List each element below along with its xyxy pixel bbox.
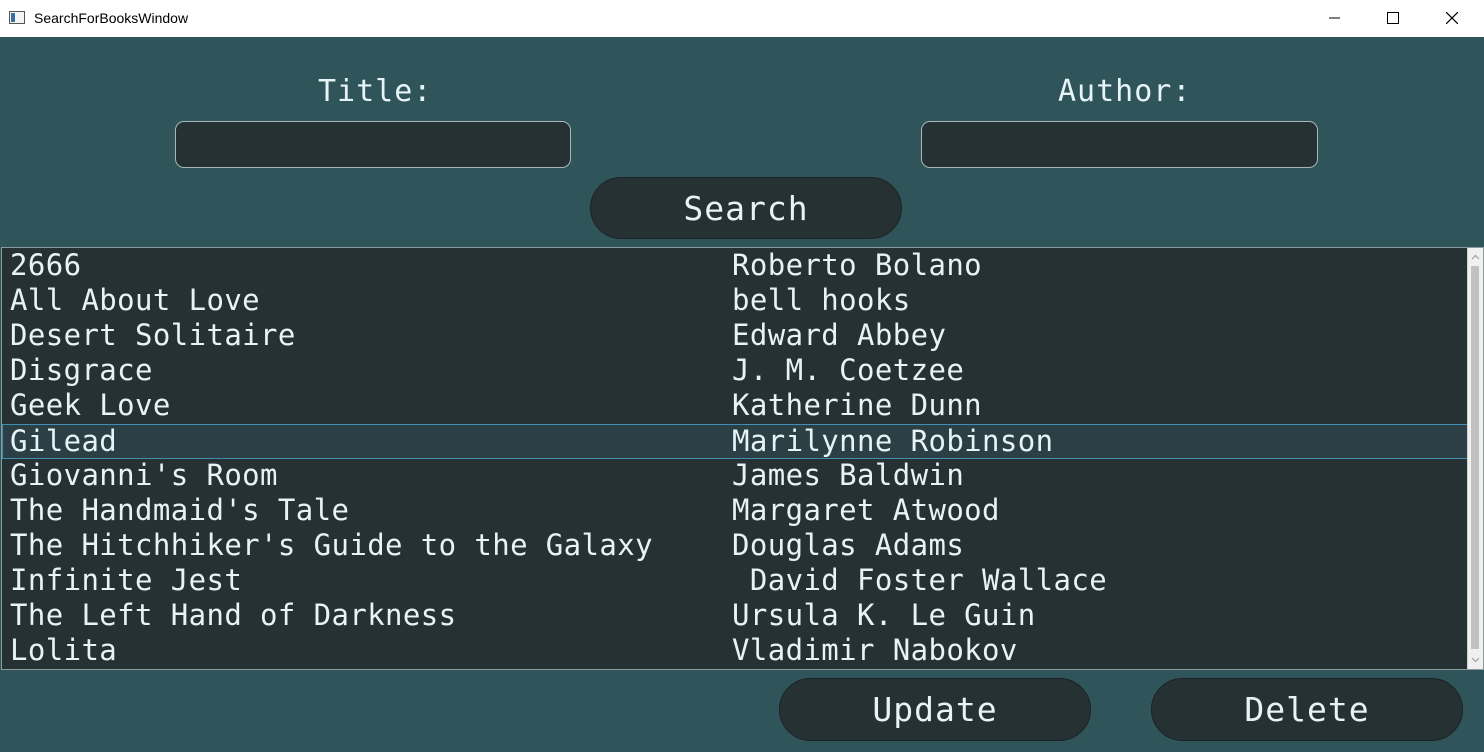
chevron-down-icon xyxy=(1471,657,1480,663)
close-button[interactable] xyxy=(1423,0,1481,37)
list-item[interactable]: Lolita Vladimir Nabokov xyxy=(2,634,1470,669)
book-title: The Hitchhiker's Guide to the Galaxy xyxy=(10,528,653,562)
book-title: Disgrace xyxy=(10,353,153,387)
book-title: 2666 xyxy=(10,248,82,282)
update-button[interactable]: Update xyxy=(779,678,1091,741)
title-input[interactable] xyxy=(175,121,571,168)
list-item[interactable]: Infinite Jest David Foster Wallace xyxy=(2,564,1470,599)
delete-button[interactable]: Delete xyxy=(1151,678,1463,741)
book-title: The Handmaid's Tale xyxy=(10,493,350,527)
list-item[interactable]: All About Love bell hooks xyxy=(2,284,1470,319)
search-button[interactable]: Search xyxy=(590,177,902,239)
book-author: Katherine Dunn xyxy=(732,388,983,422)
list-scrollbar[interactable] xyxy=(1467,248,1483,669)
window-title: SearchForBooksWindow xyxy=(34,10,189,26)
minimize-button[interactable] xyxy=(1306,0,1364,37)
title-bar[interactable]: SearchForBooksWindow xyxy=(0,0,1484,37)
book-author: James Baldwin xyxy=(732,458,965,492)
list-item[interactable]: The Hitchhiker's Guide to the Galaxy Doug… xyxy=(2,529,1470,564)
book-author: Marilynne Robinson xyxy=(732,424,1054,458)
book-title: Geek Love xyxy=(10,388,171,422)
book-author: Edward Abbey xyxy=(732,318,947,352)
book-title: Giovanni's Room xyxy=(10,458,278,492)
client-area: Title: Author: Search 2666 Roberto Bolano… xyxy=(0,37,1484,752)
app-window-icon xyxy=(9,11,25,24)
books-list-rows: 2666 Roberto Bolano All About Love bell hoo… xyxy=(2,249,1470,669)
list-item[interactable]: Desert Solitaire Edward Abbey xyxy=(2,319,1470,354)
maximize-icon xyxy=(1387,12,1399,24)
book-title: Gilead xyxy=(10,424,118,458)
book-author: Ursula K. Le Guin xyxy=(732,598,1036,632)
list-item[interactable]: 2666 Roberto Bolano xyxy=(2,249,1470,284)
book-author: Vladimir Nabokov xyxy=(732,633,1018,667)
book-author: bell hooks xyxy=(732,283,911,317)
list-item[interactable]: Gilead Marilynne Robinson xyxy=(2,424,1470,459)
chevron-up-icon xyxy=(1471,254,1480,260)
book-author: Douglas Adams xyxy=(732,528,965,562)
book-author: Roberto Bolano xyxy=(732,248,983,282)
maximize-button[interactable] xyxy=(1364,0,1422,37)
book-title: The Left Hand of Darkness xyxy=(10,598,457,632)
list-item[interactable]: Geek Love Katherine Dunn xyxy=(2,389,1470,424)
scroll-down-button[interactable] xyxy=(1468,652,1483,667)
book-title: Infinite Jest xyxy=(10,563,243,597)
books-list[interactable]: 2666 Roberto Bolano All About Love bell hoo… xyxy=(1,247,1484,670)
book-author: J. M. Coetzee xyxy=(732,353,965,387)
book-author: Margaret Atwood xyxy=(732,493,1000,527)
list-item[interactable]: The Left Hand of Darkness Ursula K. Le Gu… xyxy=(2,599,1470,634)
close-icon xyxy=(1446,12,1458,24)
scroll-up-button[interactable] xyxy=(1468,250,1483,265)
title-label: Title: xyxy=(318,74,433,109)
search-for-books-window: SearchForBooksWindow Title: Author: Sear… xyxy=(0,0,1484,752)
author-input[interactable] xyxy=(921,121,1318,168)
list-item[interactable]: The Handmaid's Tale Margaret Atwood xyxy=(2,494,1470,529)
book-author: David Foster Wallace xyxy=(732,563,1108,597)
book-title: Lolita xyxy=(10,633,118,667)
scroll-thumb[interactable] xyxy=(1471,266,1479,649)
book-title: All About Love xyxy=(10,283,261,317)
book-title: Desert Solitaire xyxy=(10,318,296,352)
list-item[interactable]: Disgrace J. M. Coetzee xyxy=(2,354,1470,389)
minimize-icon xyxy=(1329,17,1340,19)
list-item[interactable]: Giovanni's Room James Baldwin xyxy=(2,459,1470,494)
author-label: Author: xyxy=(1058,74,1192,109)
